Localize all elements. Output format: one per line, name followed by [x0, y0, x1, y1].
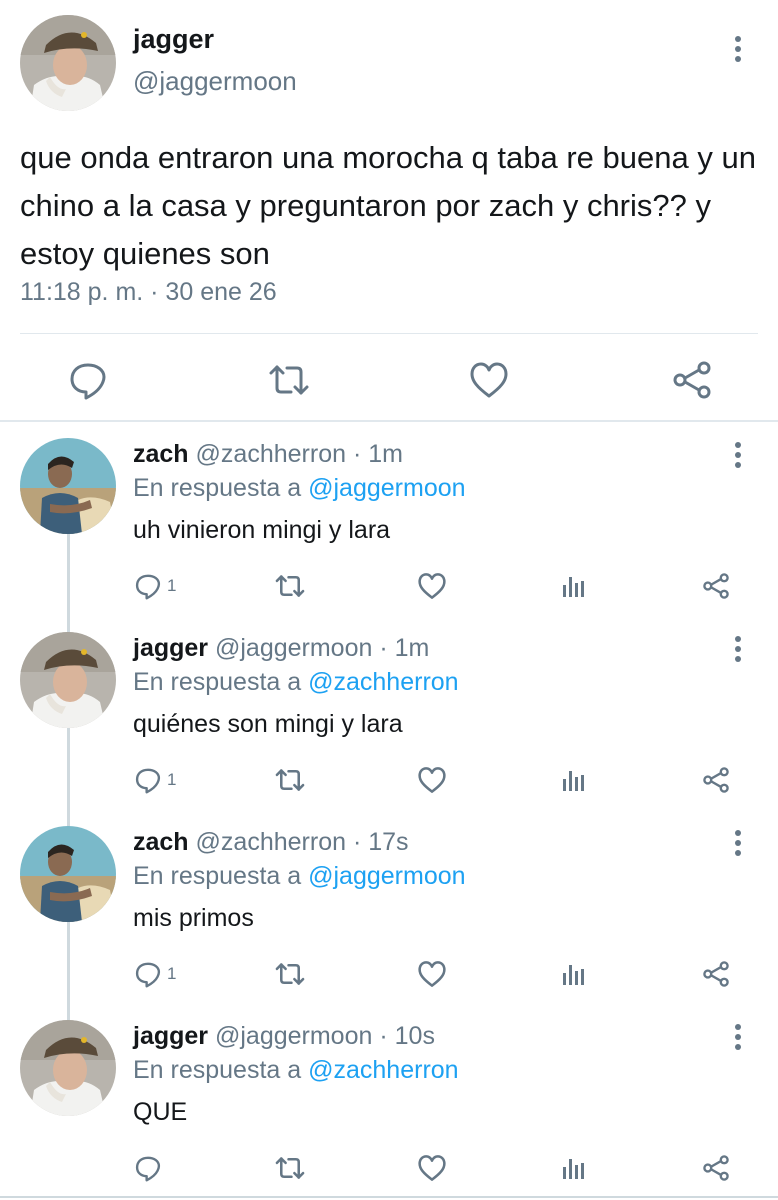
reply-author-handle[interactable]: @zachherron [196, 828, 346, 856]
reply-text: quiénes son mingi y lara [133, 710, 403, 738]
reply-text: QUE [133, 1098, 188, 1126]
reply-author-name[interactable]: jagger [133, 1022, 208, 1050]
reply-author-name[interactable]: jagger [133, 634, 208, 662]
avatar-jagger[interactable] [20, 1020, 116, 1116]
avatar-zach[interactable] [20, 826, 116, 922]
reply-icon [133, 571, 163, 601]
analytics-icon[interactable] [561, 1152, 587, 1184]
reply-time[interactable]: · 17s [353, 828, 409, 856]
more-options-icon[interactable] [726, 34, 750, 64]
like-icon[interactable] [416, 1152, 448, 1184]
share-icon[interactable] [701, 570, 731, 602]
like-icon[interactable] [416, 570, 448, 602]
retweet-icon[interactable] [274, 764, 306, 796]
in-reply-to: En respuesta a @zachherron [133, 668, 459, 697]
reply-count: 1 [167, 964, 177, 983]
in-reply-prefix: En respuesta a [133, 862, 302, 890]
divider [20, 333, 758, 334]
mention-link[interactable]: @jaggermoon [308, 862, 465, 890]
retweet-icon[interactable] [274, 1152, 306, 1184]
retweet-icon[interactable] [274, 570, 306, 602]
reply-time[interactable]: · 10s [379, 1022, 435, 1050]
mention-link[interactable]: @zachherron [308, 668, 458, 696]
reply-time[interactable]: · 1m [353, 440, 403, 468]
avatar-jagger[interactable] [20, 632, 116, 728]
author-name[interactable]: jagger [133, 24, 214, 55]
share-icon[interactable] [670, 358, 714, 402]
analytics-icon[interactable] [561, 958, 587, 990]
more-options-icon[interactable] [726, 828, 750, 858]
reply-button[interactable] [133, 1152, 167, 1184]
retweet-icon[interactable] [274, 958, 306, 990]
reply-count: 1 [167, 576, 177, 595]
bottom-divider [0, 1196, 778, 1198]
reply-time[interactable]: · 1m [379, 634, 429, 662]
reply-author-handle[interactable]: @zachherron [196, 440, 346, 468]
in-reply-to: En respuesta a @jaggermoon [133, 862, 466, 891]
reply-text: uh vinieron mingi y lara [133, 516, 391, 544]
like-icon[interactable] [467, 358, 511, 402]
main-tweet: jagger @jaggermoon que onda entraron una… [0, 0, 778, 422]
in-reply-prefix: En respuesta a [133, 474, 302, 502]
mention-link[interactable]: @zachherron [308, 1056, 458, 1084]
reply-tweet[interactable]: zach @zachherron · 17s En respuesta a @j… [0, 810, 778, 1004]
analytics-icon[interactable] [561, 764, 587, 796]
reply-tweet[interactable]: jagger @jaggermoon · 10s En respuesta a … [0, 1004, 778, 1198]
tweet-timestamp[interactable]: 11:18 p. m. · 30 ene 26 [20, 278, 277, 307]
reply-button[interactable]: 1 [133, 958, 176, 990]
in-reply-prefix: En respuesta a [133, 1056, 302, 1084]
in-reply-to: En respuesta a @jaggermoon [133, 474, 466, 503]
reply-icon [133, 1153, 163, 1183]
like-icon[interactable] [416, 764, 448, 796]
share-icon[interactable] [701, 1152, 731, 1184]
in-reply-prefix: En respuesta a [133, 668, 302, 696]
reply-author-name[interactable]: zach [133, 828, 189, 856]
reply-icon[interactable] [66, 358, 110, 402]
avatar-zach[interactable] [20, 438, 116, 534]
like-icon[interactable] [416, 958, 448, 990]
reply-icon [133, 959, 163, 989]
reply-icon [133, 765, 163, 795]
reply-count: 1 [167, 770, 177, 789]
analytics-icon[interactable] [561, 570, 587, 602]
share-icon[interactable] [701, 958, 731, 990]
tweet-text: que onda entraron una morocha q taba re … [20, 140, 756, 271]
in-reply-to: En respuesta a @zachherron [133, 1056, 459, 1085]
avatar-jagger[interactable] [20, 15, 116, 111]
reply-button[interactable]: 1 [133, 764, 176, 796]
mention-link[interactable]: @jaggermoon [308, 474, 465, 502]
share-icon[interactable] [701, 764, 731, 796]
more-options-icon[interactable] [726, 1022, 750, 1052]
reply-text: mis primos [133, 904, 254, 932]
reply-button[interactable]: 1 [133, 570, 176, 602]
reply-author-handle[interactable]: @jaggermoon [215, 634, 372, 662]
retweet-icon[interactable] [267, 358, 311, 402]
more-options-icon[interactable] [726, 440, 750, 470]
reply-author-name[interactable]: zach [133, 440, 189, 468]
reply-author-handle[interactable]: @jaggermoon [215, 1022, 372, 1050]
author-handle[interactable]: @jaggermoon [133, 66, 297, 97]
reply-tweet[interactable]: jagger @jaggermoon · 1m En respuesta a @… [0, 616, 778, 810]
reply-tweet[interactable]: zach @zachherron · 1m En respuesta a @ja… [0, 422, 778, 616]
more-options-icon[interactable] [726, 634, 750, 664]
